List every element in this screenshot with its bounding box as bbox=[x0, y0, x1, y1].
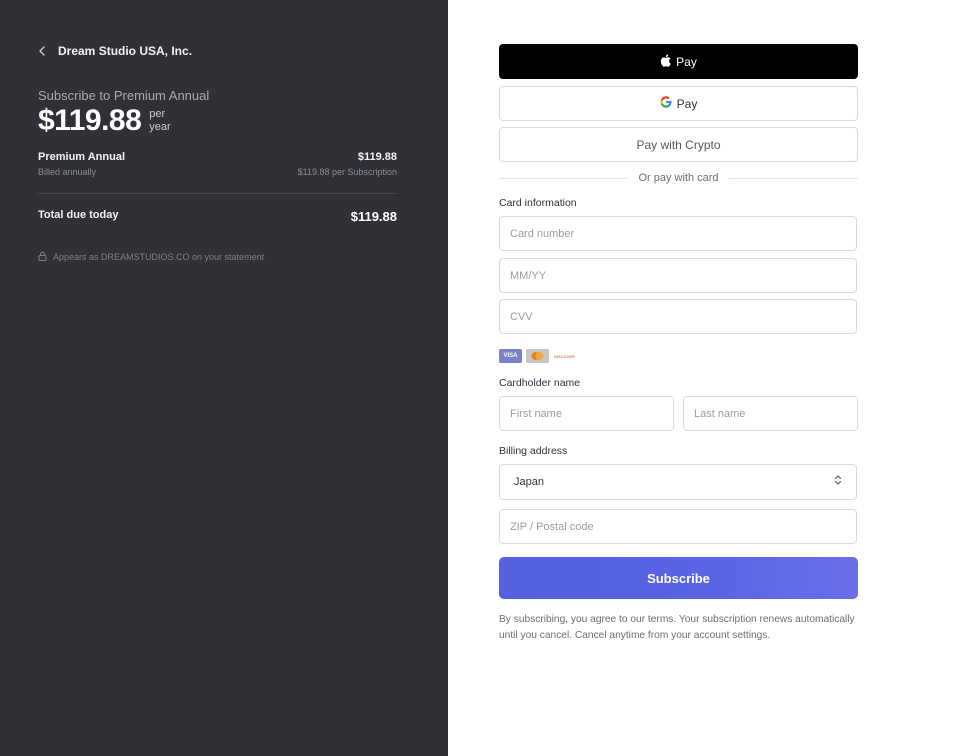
back-to-merchant-link[interactable]: Dream Studio USA, Inc. bbox=[38, 44, 192, 58]
terms-text: By subscribing, you agree to our terms. … bbox=[499, 614, 855, 641]
pay-with-crypto-button[interactable]: Pay with Crypto bbox=[499, 127, 858, 162]
total-amount: $119.88 bbox=[350, 209, 397, 224]
price: $119.88 bbox=[38, 104, 142, 137]
subscribe-button[interactable]: Subscribe bbox=[499, 557, 858, 599]
divider-line-left bbox=[499, 177, 629, 179]
price-interval-per: per bbox=[149, 108, 166, 120]
line-item: Premium Annual $119.88 Billed annually $… bbox=[38, 151, 397, 177]
total-label: Total due today bbox=[38, 209, 119, 221]
card-information-label: Card information bbox=[499, 197, 577, 209]
zip-input[interactable] bbox=[499, 509, 857, 544]
price-interval-year: year bbox=[149, 121, 171, 133]
last-name-input[interactable] bbox=[683, 396, 858, 431]
apple-pay-label: Pay bbox=[676, 54, 697, 69]
cardholder-name-label: Cardholder name bbox=[499, 377, 581, 389]
country-select[interactable]: Japan bbox=[499, 464, 857, 500]
or-divider-text: Or pay with card bbox=[638, 172, 719, 184]
total-row: Total due today $119.88 bbox=[38, 209, 397, 224]
google-pay-button[interactable]: Pay bbox=[499, 86, 858, 121]
google-pay-label: Pay bbox=[676, 96, 698, 111]
card-number-input[interactable] bbox=[499, 216, 857, 251]
line-item-billing: Billed annually bbox=[38, 167, 97, 177]
price-row: $119.88 per year bbox=[38, 104, 171, 138]
divider-line-right bbox=[728, 177, 858, 179]
discover-icon: DISCOVER bbox=[553, 349, 576, 363]
billing-address-label: Billing address bbox=[499, 445, 568, 457]
payment-panel: Pay Pay Pay with Crypto Or pay with card… bbox=[448, 0, 961, 756]
order-summary-panel: Dream Studio USA, Inc. Subscribe to Prem… bbox=[0, 0, 448, 756]
cvv-input[interactable] bbox=[499, 299, 857, 334]
chevron-left-icon bbox=[38, 44, 48, 58]
first-name-input[interactable] bbox=[499, 396, 674, 431]
summary-divider bbox=[38, 193, 397, 194]
or-divider: Or pay with card bbox=[499, 172, 858, 184]
line-item-name: Premium Annual bbox=[38, 151, 125, 163]
google-icon bbox=[660, 96, 672, 111]
mastercard-icon bbox=[526, 349, 549, 363]
country-value: Japan bbox=[514, 476, 544, 488]
apple-pay-button[interactable]: Pay bbox=[499, 44, 858, 79]
select-chevrons-icon bbox=[834, 473, 842, 491]
expiry-input[interactable] bbox=[499, 258, 857, 293]
lock-icon bbox=[38, 251, 47, 263]
visa-icon: VISA bbox=[499, 349, 522, 363]
apple-icon bbox=[660, 53, 671, 70]
line-item-per-subscription: $119.88 per Subscription bbox=[297, 167, 397, 177]
statement-text: Appears as DREAMSTUDIOS.CO on your state… bbox=[53, 252, 265, 262]
merchant-name: Dream Studio USA, Inc. bbox=[58, 44, 193, 58]
price-interval: per year bbox=[149, 108, 170, 134]
subscribe-title: Subscribe to Premium Annual bbox=[38, 88, 210, 103]
statement-descriptor: Appears as DREAMSTUDIOS.CO on your state… bbox=[38, 251, 264, 263]
line-item-amount: $119.88 bbox=[357, 151, 397, 163]
card-brands: VISA DISCOVER bbox=[499, 349, 576, 363]
